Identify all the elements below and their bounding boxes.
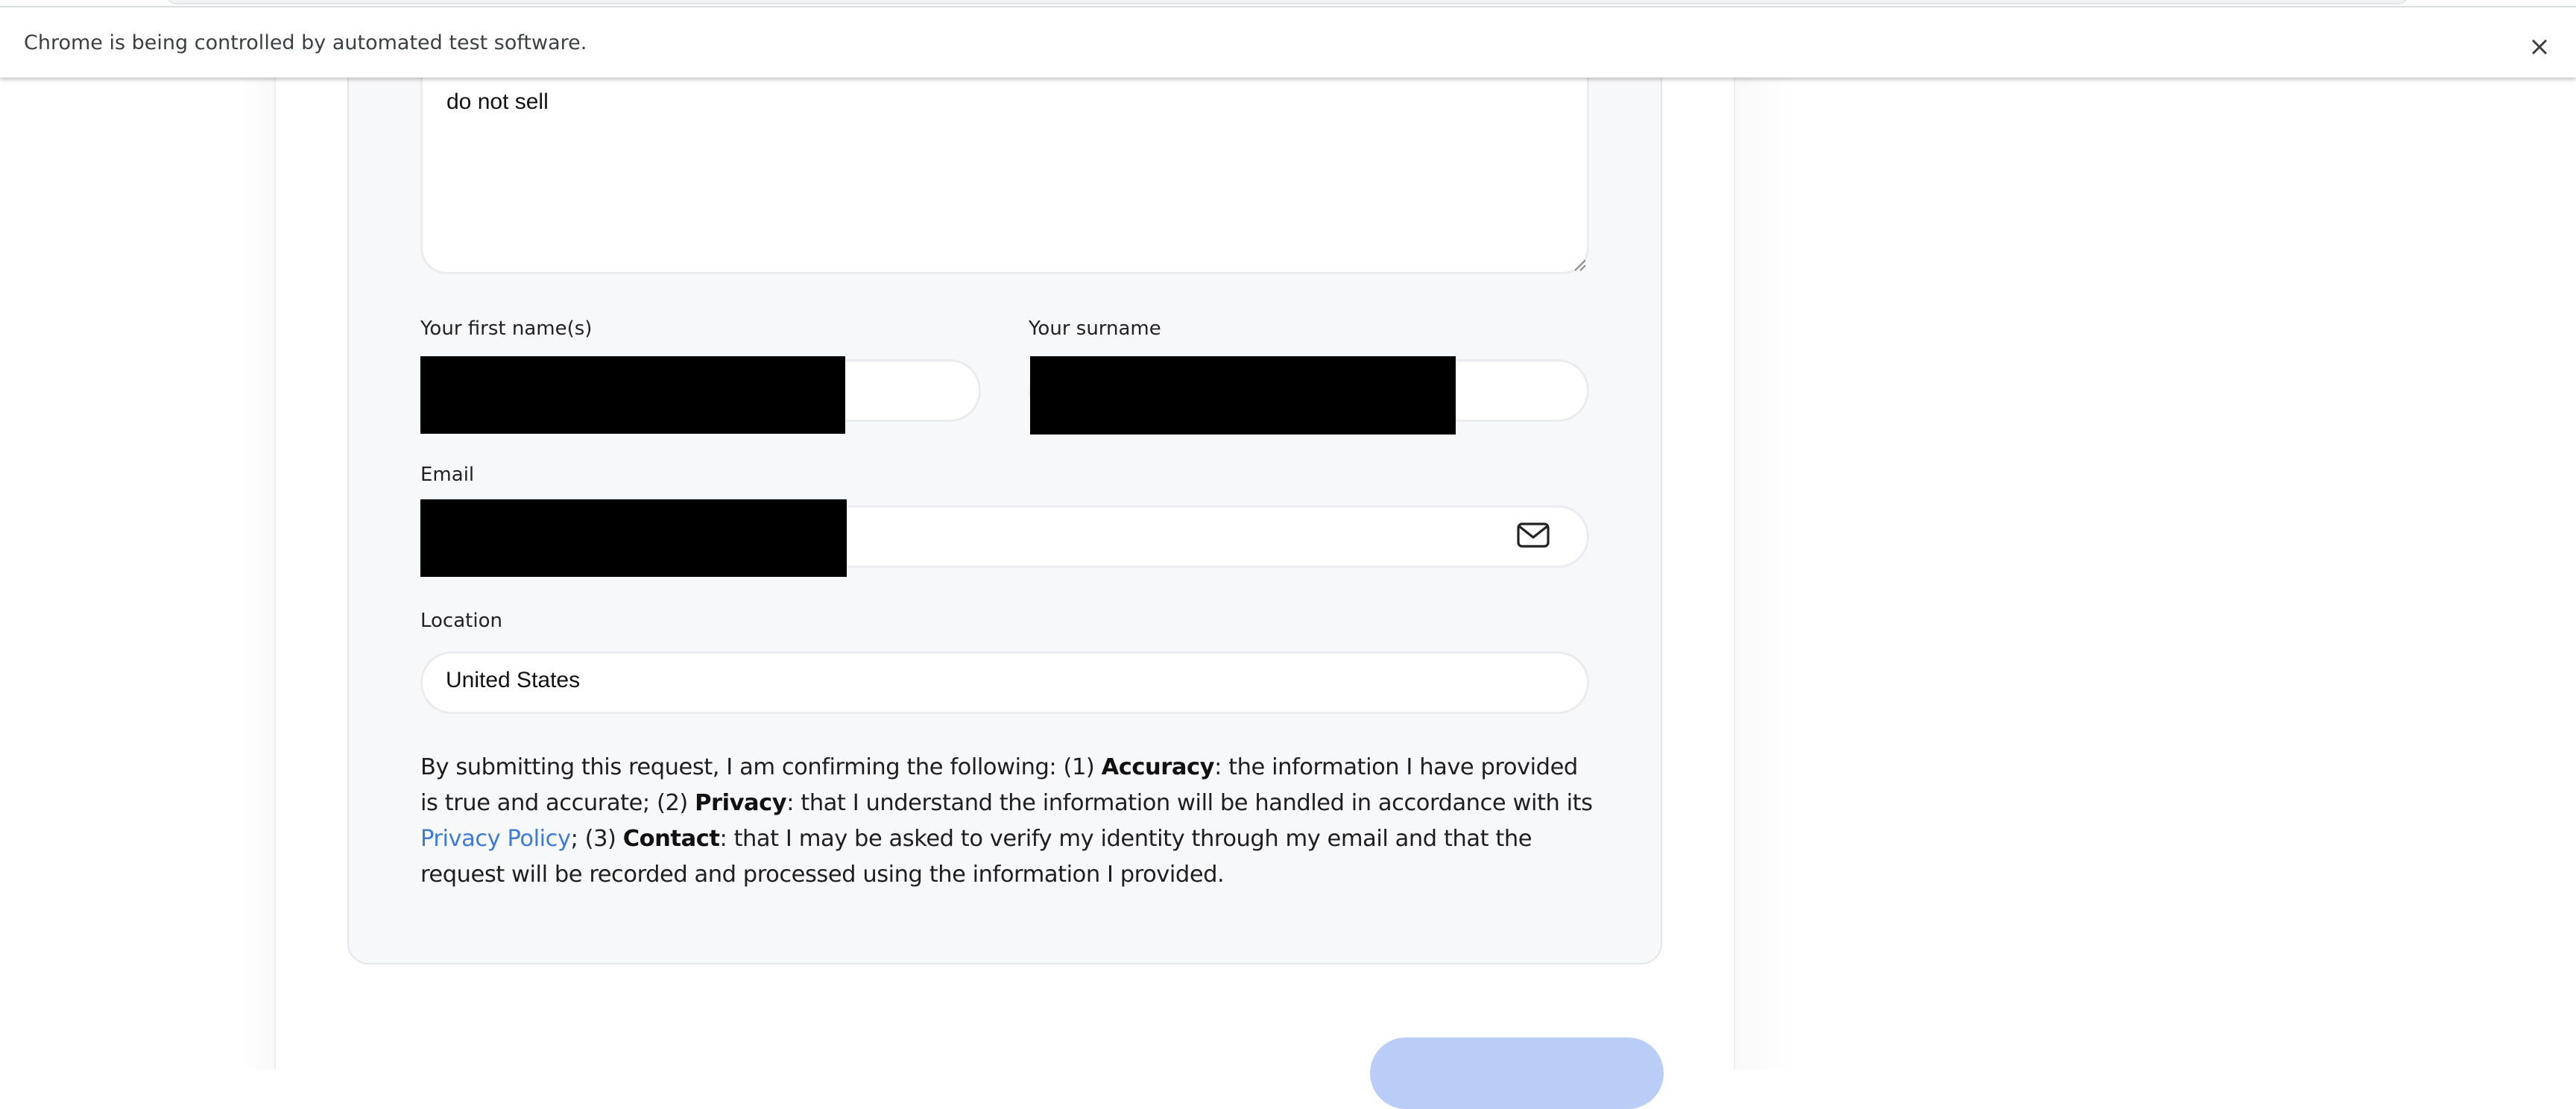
consent-contact-title: Contact [622, 826, 720, 852]
consent-privacy-title: Privacy [695, 790, 787, 816]
address-bar[interactable] [165, 0, 2409, 4]
consent-privacy-after: ; (3) [570, 826, 623, 852]
consent-statement: By submitting this request, I am confirm… [420, 750, 1598, 893]
page: do not sell Your first name(s) Your surn… [0, 0, 2576, 1109]
automation-infobar: Chrome is being controlled by automated … [0, 6, 2576, 78]
container-shadow-left [240, 0, 274, 1069]
email-label: Email [420, 464, 475, 486]
mail-icon [1517, 522, 1550, 548]
surname-label: Your surname [1029, 317, 1161, 340]
container-shadow-right [1735, 0, 1795, 1069]
submit-button[interactable] [1370, 1037, 1664, 1109]
consent-privacy-text: : that I understand the information will… [786, 790, 1593, 816]
resize-handle-icon[interactable] [1573, 258, 1586, 271]
redacted-first-name [420, 356, 845, 434]
location-select[interactable] [420, 651, 1589, 714]
location-label: Location [420, 610, 502, 632]
location-value: United States [446, 668, 581, 692]
consent-intro: By submitting this request, I am confirm… [420, 754, 1102, 780]
close-icon[interactable] [2522, 30, 2557, 64]
first-name-label: Your first name(s) [420, 317, 593, 340]
consent-accuracy-title: Accuracy [1101, 754, 1215, 780]
redacted-email [420, 499, 847, 577]
privacy-policy-link[interactable]: Privacy Policy [420, 826, 571, 852]
message-textarea[interactable]: do not sell [420, 75, 1589, 274]
toolbar-strip [0, 0, 2576, 6]
redacted-surname [1030, 356, 1456, 435]
infobar-message: Chrome is being controlled by automated … [24, 31, 587, 54]
